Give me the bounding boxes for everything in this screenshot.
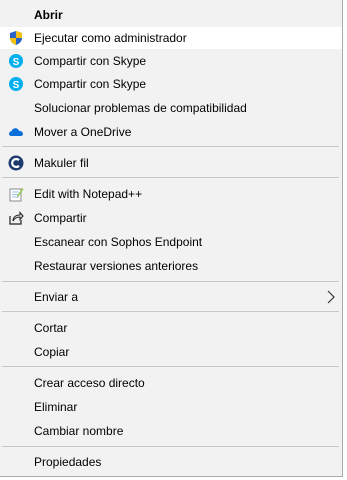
menu-item-share-skype-2[interactable]: S Compartir con Skype — [0, 73, 342, 95]
menu-item-abrir[interactable]: Abrir — [0, 4, 342, 26]
share-icon — [8, 210, 24, 226]
skype-icon: S — [8, 76, 24, 92]
onedrive-cloud-icon — [8, 124, 24, 140]
notepad-plus-plus-icon — [8, 186, 24, 202]
menu-item-move-to-onedrive[interactable]: Mover a OneDrive — [0, 121, 342, 143]
menu-item-label: Cambiar nombre — [34, 424, 124, 438]
menu-item-label: Compartir con Skype — [34, 77, 147, 91]
menu-item-label: Crear acceso directo — [34, 376, 145, 390]
menu-item-makuler-fil[interactable]: Makuler fil — [0, 152, 342, 174]
menu-item-label: Enviar a — [34, 290, 79, 304]
svg-text:S: S — [13, 57, 20, 68]
menu-item-label: Eliminar — [34, 400, 78, 414]
menu-separator — [2, 281, 339, 282]
menu-item-label: Makuler fil — [34, 156, 89, 170]
menu-item-label: Copiar — [34, 345, 70, 359]
menu-item-restore-previous-versions[interactable]: Restaurar versiones anteriores — [0, 255, 342, 277]
menu-separator — [2, 366, 339, 367]
menu-item-label: Propiedades — [34, 455, 102, 469]
menu-item-rename[interactable]: Cambiar nombre — [0, 420, 342, 442]
menu-item-copiar[interactable]: Copiar — [0, 341, 342, 363]
menu-item-create-shortcut[interactable]: Crear acceso directo — [0, 372, 342, 394]
menu-separator — [2, 446, 339, 447]
menu-item-label: Edit with Notepad++ — [34, 187, 143, 201]
menu-item-share-skype-1[interactable]: S Compartir con Skype — [0, 50, 342, 72]
context-menu: Abrir Ejecutar como administrador S Comp… — [0, 0, 343, 477]
chevron-right-icon — [326, 290, 336, 304]
menu-item-label: Mover a OneDrive — [34, 125, 132, 139]
menu-item-label: Compartir — [34, 211, 87, 225]
menu-item-scan-sophos[interactable]: Escanear con Sophos Endpoint — [0, 231, 342, 253]
menu-item-eliminar[interactable]: Eliminar — [0, 396, 342, 418]
menu-item-label: Compartir con Skype — [34, 54, 147, 68]
uac-shield-icon — [8, 30, 24, 46]
menu-item-run-as-admin[interactable]: Ejecutar como administrador — [0, 27, 342, 49]
skype-icon: S — [8, 53, 24, 69]
svg-text:S: S — [13, 80, 20, 91]
menu-item-label: Restaurar versiones anteriores — [34, 259, 199, 273]
menu-item-label: Ejecutar como administrador — [34, 31, 187, 45]
menu-item-label: Cortar — [34, 321, 68, 335]
menu-separator — [2, 311, 339, 312]
menu-item-edit-notepad-plus-plus[interactable]: Edit with Notepad++ — [0, 183, 342, 205]
menu-item-label: Escanear con Sophos Endpoint — [34, 235, 203, 249]
menu-separator — [2, 177, 339, 178]
menu-item-compartir[interactable]: Compartir — [0, 207, 342, 229]
menu-item-troubleshoot-compatibility[interactable]: Solucionar problemas de compatibilidad — [0, 97, 342, 119]
ccleaner-icon — [8, 155, 24, 171]
menu-item-cortar[interactable]: Cortar — [0, 317, 342, 339]
menu-separator — [2, 146, 339, 147]
menu-item-label: Solucionar problemas de compatibilidad — [34, 101, 247, 115]
menu-item-enviar-a[interactable]: Enviar a — [0, 286, 342, 308]
menu-item-properties[interactable]: Propiedades — [0, 451, 342, 473]
menu-item-label: Abrir — [34, 8, 63, 22]
